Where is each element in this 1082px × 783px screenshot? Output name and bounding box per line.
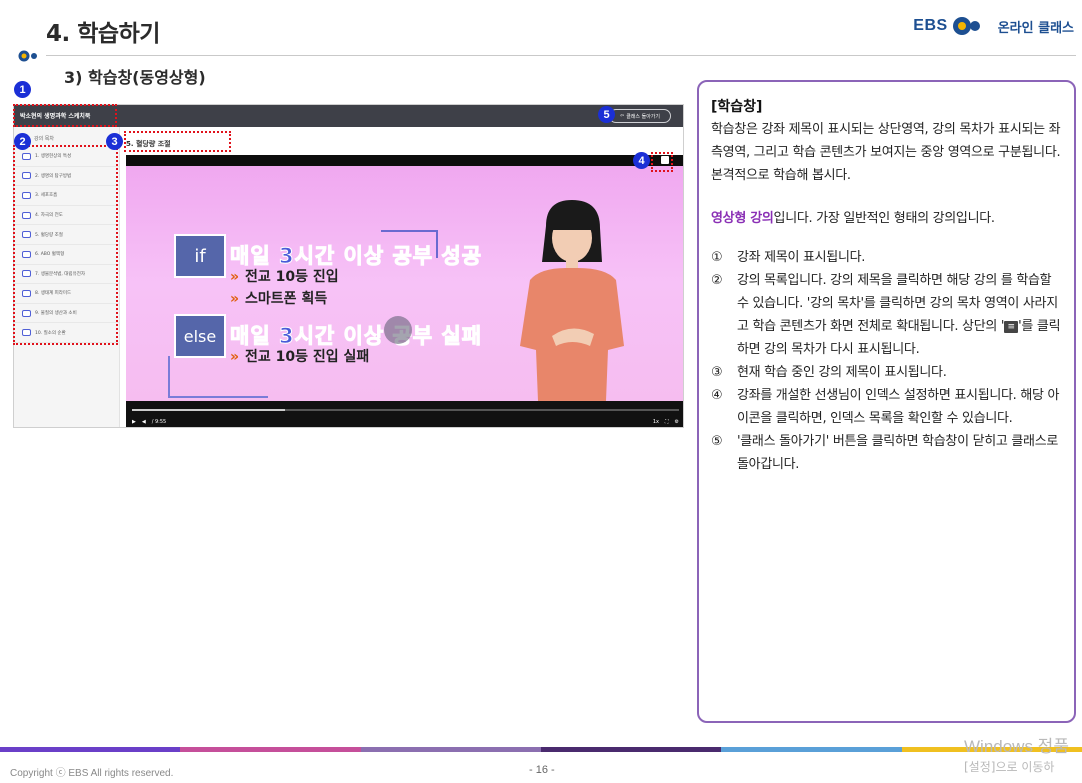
play-overlay-icon[interactable] (384, 316, 412, 344)
explanation-item: ② 강의 목록입니다. 강의 제목을 클릭하면 해당 강의 를 학습할 수 있습니… (711, 273, 1061, 357)
marker-5: 5 (598, 106, 615, 123)
footer-color-bar (0, 747, 1082, 752)
highlight-lesson-list (13, 145, 118, 345)
back-to-class-button[interactable]: ⇦ 클래스 돌아가기 (609, 109, 671, 123)
footer-color-segment (721, 747, 902, 752)
explanation-item: ③ 현재 학습 중인 강의 제목이 표시됩니다. (711, 365, 947, 380)
page-title: 4. 학습하기 (46, 21, 160, 47)
video-controls: ▶ ◀ / 9:55 1x ⛶ ⚙ (126, 401, 683, 427)
if-box: if (174, 234, 226, 278)
decor-line (168, 396, 268, 398)
explanation-item: ④ 강좌를 개설한 선생님이 인덱스 설정하면 표시됩니다. 해당 아이콘을 클릭… (711, 388, 1060, 426)
video-sub-1: » 전교 10등 진입 (230, 269, 339, 285)
back-icon: ⇦ (620, 113, 625, 119)
content-area: 5. 혈당량 조절 if 매일 3시간 이상 공부 성공 » 전교 10등 진입 … (126, 127, 683, 427)
decor-line (168, 356, 170, 396)
panel-intro: 학습창은 강좌 제목이 표시되는 상단영역, 강의 목차가 표시되는 좌측영역,… (711, 122, 1061, 183)
video-player[interactable]: if 매일 3시간 이상 공부 성공 » 전교 10등 진입 » 스마트폰 획득 e… (126, 155, 683, 427)
video-top-bar (126, 155, 683, 166)
menu-icon: ≡ (1004, 320, 1019, 333)
marker-1: 1 (14, 81, 31, 98)
video-progress-bar[interactable] (132, 409, 679, 411)
volume-icon[interactable]: ◀ (142, 419, 146, 425)
video-sub-2: » 스마트폰 획득 (230, 291, 328, 307)
panel-title: [학습창] (711, 99, 763, 115)
teacher-figure (520, 200, 624, 401)
footer-color-segment (540, 747, 722, 752)
video-sub-3: » 전교 10등 진입 실패 (230, 349, 370, 365)
brand-online-class: 온라인 클래스 (997, 20, 1074, 36)
highlight-course-title (13, 104, 117, 127)
windows-watermark-settings: [설정]으로 이동하 (964, 760, 1055, 774)
arrow-icon: » (230, 349, 240, 365)
explanation-item: ① 강좌 제목이 표시됩니다. (711, 250, 866, 265)
marker-2: 2 (14, 133, 31, 150)
footer-color-segment (360, 747, 541, 752)
panel-video-type: 영상형 강의입니다. 가장 일반적인 형태의 강의입니다. (711, 207, 1062, 230)
marker-4: 4 (633, 152, 650, 169)
video-time: / 9:55 (151, 419, 167, 425)
highlight-current-lesson (124, 131, 231, 152)
marker-3: 3 (106, 133, 123, 150)
fullscreen-icon[interactable]: ⛶ (665, 419, 669, 425)
explanation-item: ⑤ '클래스 돌아가기' 버튼을 클릭하면 학습창이 닫히고 클래스로 돌아갑니다… (711, 434, 1059, 472)
highlight-index-button (651, 152, 673, 172)
video-type-accent: 영상형 강의 (711, 211, 774, 226)
controls-row: ▶ ◀ / 9:55 1x ⛶ ⚙ (132, 419, 679, 425)
section-subtitle: 3) 학습창(동영상형) (64, 68, 206, 87)
arrow-icon: » (230, 269, 240, 285)
copyright: Copyright ⓒ EBS All rights reserved. (10, 768, 174, 779)
ebs-logo: EBS 온라인 클래스 (913, 16, 1074, 36)
video-frame: if 매일 3시간 이상 공부 성공 » 전교 10등 진입 » 스마트폰 획득 e… (126, 166, 683, 401)
explanation-panel: [학습창] 학습창은 강좌 제목이 표시되는 상단영역, 강의 목차가 표시되는… (697, 80, 1076, 723)
explanation-list: ① 강좌 제목이 표시됩니다. ② 강의 목록입니다. 강의 제목을 클릭하면 해당… (711, 246, 1062, 476)
footer-color-segment (180, 747, 361, 752)
section-bullet-icon (18, 50, 37, 62)
arrow-icon: » (230, 291, 240, 307)
speed-button[interactable]: 1x (653, 419, 659, 425)
video-type-rest: 입니다. 가장 일반적인 형태의 강의입니다. (773, 211, 996, 226)
brand-ebs: EBS (913, 17, 948, 34)
play-icon[interactable]: ▶ (132, 419, 136, 425)
settings-icon[interactable]: ⚙ (675, 419, 679, 425)
video-progress-fill (132, 409, 286, 411)
footer-color-segment (0, 747, 181, 752)
ebs-logo-icon (952, 17, 980, 35)
decor-line (381, 230, 436, 232)
header-divider (46, 55, 1076, 56)
windows-watermark: Windows 정품 (964, 737, 1069, 756)
else-box: else (174, 314, 226, 358)
page-number: - 16 - (529, 764, 555, 776)
back-to-class-label: 클래스 돌아가기 (626, 113, 660, 120)
